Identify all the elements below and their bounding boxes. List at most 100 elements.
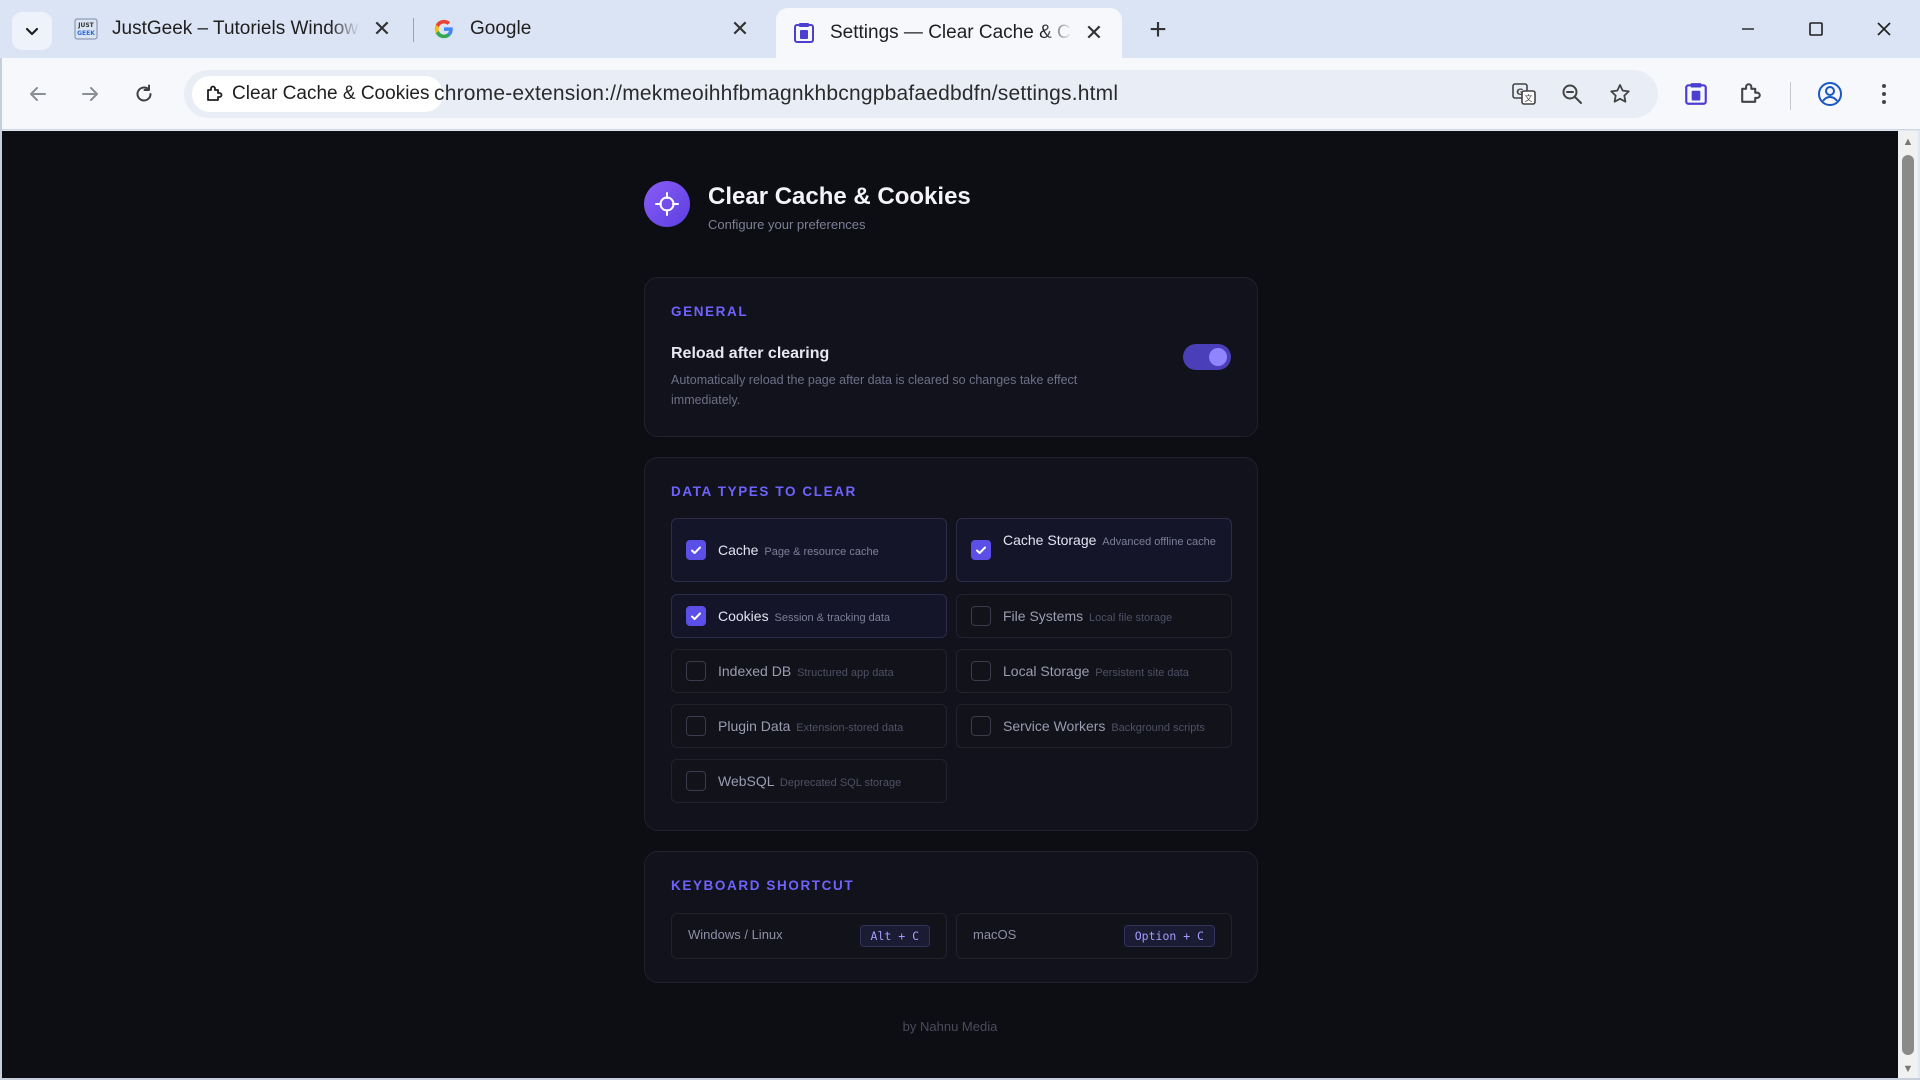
reload-after-clearing-toggle[interactable] <box>1183 344 1231 370</box>
page-viewport: Clear Cache & Cookies Configure your pre… <box>2 131 1898 1078</box>
section-label: DATA TYPES TO CLEAR <box>671 484 857 499</box>
svg-text:GEEK: GEEK <box>77 30 95 37</box>
keyboard-shortcut-card: KEYBOARD SHORTCUT Windows / Linux Alt + … <box>644 851 1258 983</box>
shortcut-windows-linux: Windows / Linux Alt + C <box>671 913 947 959</box>
option-file-systems[interactable]: File Systems Local file storage <box>956 594 1232 638</box>
check-icon <box>691 612 701 621</box>
checkbox[interactable] <box>686 716 706 736</box>
clear-cache-extension-icon[interactable] <box>1678 76 1714 112</box>
option-name: Cache Storage <box>1003 532 1097 548</box>
chevron-down-icon <box>25 27 39 36</box>
section-label: GENERAL <box>671 304 749 319</box>
forward-button[interactable] <box>70 74 110 114</box>
close-icon[interactable]: ✕ <box>1082 20 1106 45</box>
option-plugin-data[interactable]: Plugin Data Extension-stored data <box>671 704 947 748</box>
checkbox[interactable] <box>686 771 706 791</box>
crosshair-logo-icon <box>644 181 690 227</box>
close-icon[interactable]: ✕ <box>370 16 394 41</box>
close-icon[interactable]: ✕ <box>728 16 752 41</box>
site-chip-label: Clear Cache & Cookies <box>232 83 430 104</box>
google-favicon <box>432 17 456 41</box>
reload-button[interactable] <box>124 74 164 114</box>
option-indexed-db[interactable]: Indexed DB Structured app data <box>671 649 947 693</box>
zoom-icon[interactable] <box>1558 80 1586 108</box>
option-name: Local Storage <box>1003 663 1090 679</box>
address-bar[interactable]: Clear Cache & Cookies chrome-extension:/… <box>184 70 1658 118</box>
translate-icon[interactable]: G文 <box>1510 80 1538 108</box>
url-text: chrome-extension://mekmeoihhfbmagnkhbcng… <box>434 82 1119 105</box>
option-cookies[interactable]: Cookies Session & tracking data <box>671 594 947 638</box>
page-subtitle: Configure your preferences <box>708 217 866 232</box>
page-header: Clear Cache & Cookies Configure your pre… <box>644 181 1244 241</box>
svg-text:文: 文 <box>1525 93 1533 103</box>
new-tab-button[interactable]: + <box>1140 12 1176 48</box>
shortcut-macos: macOS Option + C <box>956 913 1232 959</box>
checkbox[interactable] <box>971 606 991 626</box>
reload-icon <box>136 84 152 102</box>
browser-toolbar: Clear Cache & Cookies chrome-extension:/… <box>0 58 1920 130</box>
option-hint: Structured app data <box>797 667 894 679</box>
shortcut-keys: Alt + C <box>859 925 930 947</box>
option-service-workers[interactable]: Service Workers Background scripts <box>956 704 1232 748</box>
extension-settings-favicon <box>792 21 816 45</box>
scroll-down-arrow-icon[interactable]: ▼ <box>1902 1064 1914 1075</box>
setting-title: Reload after clearing <box>671 345 830 362</box>
page-title: Clear Cache & Cookies <box>708 183 971 210</box>
option-name: WebSQL <box>718 773 775 789</box>
platform-label: Windows / Linux <box>688 927 783 942</box>
option-hint: Session & tracking data <box>774 612 891 624</box>
option-name: Cache <box>718 542 759 558</box>
option-name: Plugin Data <box>718 718 791 734</box>
maximize-button[interactable] <box>1782 0 1850 58</box>
extensions-puzzle-icon[interactable] <box>1732 76 1768 112</box>
option-name: Indexed DB <box>718 663 792 679</box>
data-types-card: DATA TYPES TO CLEAR Cache Page & resourc… <box>644 457 1258 831</box>
platform-label: macOS <box>973 927 1017 942</box>
option-hint: Advanced offline cache <box>1102 536 1216 548</box>
option-hint: Deprecated SQL storage <box>779 777 902 789</box>
close-icon <box>1877 22 1891 36</box>
general-card: GENERAL Reload after clearing Automatica… <box>644 277 1258 437</box>
back-button[interactable] <box>18 74 58 114</box>
checkbox-checked[interactable] <box>971 540 991 560</box>
option-hint: Persistent site data <box>1095 667 1189 679</box>
scroll-thumb[interactable] <box>1902 155 1914 1055</box>
tab-title: JustGeek – Tutoriels Windows, Internet <box>112 18 360 39</box>
checkbox[interactable] <box>686 661 706 681</box>
option-local-storage[interactable]: Local Storage Persistent site data <box>956 649 1232 693</box>
option-hint: Page & resource cache <box>764 546 879 558</box>
scroll-up-arrow-icon[interactable]: ▲ <box>1902 137 1914 148</box>
option-hint: Local file storage <box>1089 612 1173 624</box>
minimize-button[interactable] <box>1714 0 1782 58</box>
option-websql[interactable]: WebSQL Deprecated SQL storage <box>671 759 947 803</box>
check-icon <box>691 546 701 555</box>
checkbox-checked[interactable] <box>686 540 706 560</box>
close-window-button[interactable] <box>1850 0 1918 58</box>
tab-justgeek[interactable]: JUSTGEEK JustGeek – Tutoriels Windows, I… <box>58 0 410 58</box>
menu-kebab-icon[interactable] <box>1866 76 1902 112</box>
footer-credit: by Nahnu Media <box>902 1019 998 1034</box>
checkbox[interactable] <box>971 661 991 681</box>
option-hint: Extension-stored data <box>796 722 904 734</box>
site-info-chip[interactable]: Clear Cache & Cookies <box>192 76 444 112</box>
profile-avatar-icon[interactable] <box>1812 76 1848 112</box>
option-cache-storage[interactable]: Cache Storage Advanced offline cache <box>956 518 1232 582</box>
setting-description: Automatically reload the page after data… <box>671 373 1078 407</box>
option-cache[interactable]: Cache Page & resource cache <box>671 518 947 582</box>
forward-arrow-icon <box>82 87 98 101</box>
tab-title: Settings — Clear Cache & Cookies <box>830 22 1072 43</box>
page-scrollbar[interactable]: ▲ ▼ <box>1898 131 1918 1080</box>
minimize-icon <box>1742 28 1754 30</box>
checkbox-checked[interactable] <box>686 606 706 626</box>
tab-google[interactable]: Google ✕ <box>416 0 768 58</box>
bookmark-star-icon[interactable] <box>1606 80 1634 108</box>
option-name: Cookies <box>718 608 769 624</box>
option-hint: Background scripts <box>1111 722 1205 734</box>
toolbar-separator <box>1790 82 1791 110</box>
checkbox[interactable] <box>971 716 991 736</box>
tab-settings[interactable]: Settings — Clear Cache & Cookies ✕ <box>776 8 1122 58</box>
maximize-icon <box>1809 22 1823 36</box>
option-name: Service Workers <box>1003 718 1106 734</box>
toggle-knob <box>1209 348 1227 366</box>
tab-search-button[interactable] <box>12 12 52 50</box>
